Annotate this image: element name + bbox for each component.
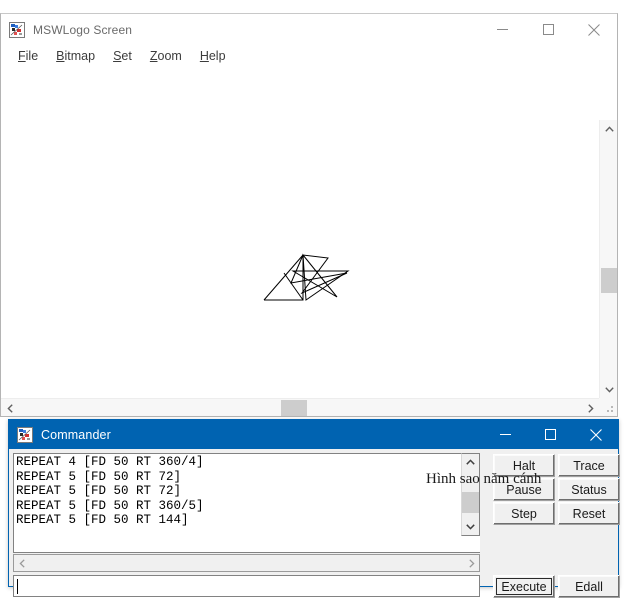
main-vertical-scrollbar[interactable]: [599, 120, 617, 398]
text-caret: [17, 579, 18, 594]
chevron-right-icon[interactable]: [463, 555, 479, 571]
history-vertical-scroll-thumb[interactable]: [462, 492, 479, 513]
maximize-icon[interactable]: [525, 14, 571, 45]
main-horizontal-scrollbar[interactable]: [1, 398, 599, 416]
execute-button-label: Execute: [501, 579, 547, 594]
mswlogo-icon: [9, 21, 25, 38]
commander-window-controls: [483, 420, 618, 449]
main-horizontal-scroll-thumb[interactable]: [281, 400, 307, 416]
turtle-graphics-canvas[interactable]: [1, 67, 599, 397]
trace-button[interactable]: Trace: [558, 454, 620, 477]
chevron-down-icon[interactable]: [600, 380, 618, 398]
menu-item-file[interactable]: File: [9, 49, 47, 63]
maximize-icon[interactable]: [528, 420, 573, 449]
close-icon[interactable]: [571, 14, 617, 45]
command-history-box[interactable]: REPEAT 4 [FD 50 RT 360/4] REPEAT 5 [FD 5…: [13, 453, 480, 553]
chevron-down-icon[interactable]: [462, 518, 479, 535]
reset-button[interactable]: Reset: [558, 502, 620, 525]
menu-item-zoom[interactable]: Zoom: [141, 49, 191, 63]
mswlogo-screen-window: MSWLogo Screen File Bitmap Set Zoom Help: [0, 13, 618, 487]
chevron-left-icon[interactable]: [1, 399, 19, 417]
main-window-controls: [479, 14, 617, 45]
commander-window: Commander REPEAT 4 [FD 50 RT 360/4] REPE…: [8, 419, 620, 598]
canvas-area: Hình sao năm cánh: [1, 67, 617, 487]
command-history-text: REPEAT 4 [FD 50 RT 360/4] REPEAT 5 [FD 5…: [16, 455, 204, 528]
chevron-left-icon[interactable]: [14, 555, 30, 571]
history-horizontal-scrollbar[interactable]: [13, 554, 480, 572]
menu-item-help[interactable]: Help: [191, 49, 235, 63]
chevron-up-icon[interactable]: [600, 120, 618, 138]
close-icon[interactable]: [573, 420, 618, 449]
commander-titlebar[interactable]: Commander: [9, 420, 618, 449]
commander-window-title: Commander: [41, 427, 111, 442]
main-menubar: File Bitmap Set Zoom Help: [1, 45, 617, 67]
minimize-icon[interactable]: [479, 14, 525, 45]
canvas-caption: Hình sao năm cánh: [426, 471, 542, 487]
resize-grip-icon[interactable]: [599, 398, 617, 416]
menu-item-bitmap[interactable]: Bitmap: [47, 49, 104, 63]
commander-body: REPEAT 4 [FD 50 RT 360/4] REPEAT 5 [FD 5…: [9, 449, 620, 598]
main-titlebar[interactable]: MSWLogo Screen: [1, 14, 617, 45]
chevron-up-icon[interactable]: [462, 454, 479, 471]
command-input[interactable]: [13, 575, 480, 597]
minimize-icon[interactable]: [483, 420, 528, 449]
status-button[interactable]: Status: [558, 478, 620, 501]
main-vertical-scroll-thumb[interactable]: [601, 268, 617, 293]
main-window-title: MSWLogo Screen: [33, 22, 133, 37]
history-vertical-scrollbar[interactable]: [461, 453, 480, 536]
star-drawing: [263, 253, 350, 301]
chevron-right-icon[interactable]: [581, 399, 599, 417]
step-button[interactable]: Step: [493, 502, 555, 525]
menu-item-set[interactable]: Set: [104, 49, 141, 63]
mswlogo-icon: [17, 426, 33, 443]
